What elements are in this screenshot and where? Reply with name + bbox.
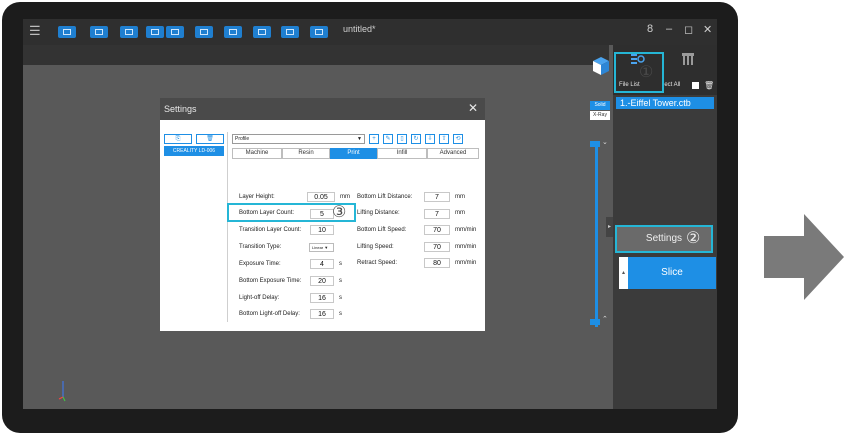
bottom-lift-speed-input[interactable]: 70 — [424, 225, 450, 235]
slice-options-toggle[interactable]: ▴ — [619, 257, 628, 289]
edit-icon[interactable]: ✎ — [383, 134, 393, 144]
close-icon[interactable]: ✕ — [468, 101, 478, 115]
dialog-header: Settings ✕ — [160, 98, 485, 120]
collapse-panel-tab[interactable]: ▸ — [606, 217, 613, 237]
lifting-speed-input[interactable]: 70 — [424, 242, 450, 252]
bottom-exposure-time-label: Bottom Exposure Time: — [239, 278, 302, 284]
bottom-light-off-delay-unit: s — [339, 311, 342, 317]
transition-type-label: Transition Type: — [239, 244, 282, 250]
layer-height-input[interactable]: 0.05 — [307, 192, 335, 202]
delete-icon[interactable]: ▯ — [397, 134, 407, 144]
menu-icon[interactable]: ☰ — [29, 24, 41, 38]
tab-resin[interactable]: Resin — [282, 148, 330, 159]
profile-select[interactable]: Profile ▼ — [232, 134, 365, 144]
retract-speed-label: Retract Speed: — [357, 260, 398, 266]
slice-button[interactable]: Slice — [628, 257, 716, 289]
view-front-icon[interactable] — [146, 26, 164, 38]
bottom-lift-distance-unit: mm — [455, 194, 465, 200]
dialog-title: Settings — [164, 104, 197, 114]
view-back-icon[interactable] — [166, 26, 184, 38]
window-title: untitled* — [343, 24, 376, 34]
transition-type-select[interactable]: Linear ▼ — [309, 243, 334, 252]
exposure-time-input[interactable]: 4 — [310, 259, 334, 269]
view-cube-icon[interactable] — [591, 55, 611, 77]
view-bottom-icon[interactable] — [281, 26, 299, 38]
import-icon[interactable]: ⇩ — [425, 134, 435, 144]
annotation-three: ③ — [332, 204, 347, 221]
bottom-light-off-delay-input[interactable]: 16 — [310, 309, 334, 319]
chevron-down-icon[interactable]: ⌄ — [602, 138, 608, 146]
title-bar: ☰ untitled* 8 – ◻ ✕ — [23, 19, 717, 45]
printer-profile-item[interactable]: CREALITY LD-006 — [164, 146, 224, 156]
annotation-two: ② — [686, 230, 701, 247]
model-list-icon[interactable] — [681, 52, 695, 66]
lifting-speed-label: Lifting Speed: — [357, 244, 394, 250]
select-all-label: lect All — [663, 82, 681, 88]
bottom-exposure-time-unit: s — [339, 278, 342, 284]
light-off-delay-input[interactable]: 16 — [310, 293, 334, 303]
view-top-icon[interactable] — [253, 26, 271, 38]
delete-icon[interactable]: 🗑 — [704, 81, 714, 90]
save-icon[interactable] — [90, 26, 108, 38]
tab-infill[interactable]: Infill — [377, 148, 427, 159]
divider — [227, 132, 228, 322]
bottom-exposure-time-input[interactable]: 20 — [310, 276, 334, 286]
view-iso-icon[interactable] — [310, 26, 328, 38]
exposure-time-unit: s — [339, 261, 342, 267]
xray-view-button[interactable]: X-Ray — [590, 111, 610, 120]
layer-height-unit: mm — [340, 194, 350, 200]
retract-speed-unit: mm/min — [455, 260, 477, 266]
arrow-right-icon — [764, 214, 844, 300]
bottom-light-off-delay-label: Bottom Light-off Delay: — [239, 311, 300, 317]
refresh-icon[interactable]: ↻ — [411, 134, 421, 144]
file-list-item[interactable]: 1.-Eiffel Tower.ctb — [616, 97, 714, 109]
lifting-speed-unit: mm/min — [455, 244, 477, 250]
transition-layer-count-input[interactable]: 10 — [310, 225, 334, 235]
layer-slider-bottom-handle[interactable] — [590, 319, 600, 325]
solid-view-button[interactable]: Solid — [590, 101, 610, 110]
layer-height-label: Layer Height: — [239, 194, 275, 200]
select-all-checkbox[interactable] — [692, 82, 699, 89]
exposure-time-label: Exposure Time: — [239, 261, 281, 267]
view-left-icon[interactable] — [195, 26, 213, 38]
bottom-lift-speed-label: Bottom Lift Speed: — [357, 227, 407, 233]
bottom-lift-speed-unit: mm/min — [455, 227, 477, 233]
export-icon[interactable]: ⇧ — [439, 134, 449, 144]
transition-layer-count-label: Transition Layer Count: — [239, 227, 302, 233]
retract-speed-input[interactable]: 80 — [424, 258, 450, 268]
lifting-distance-label: Lifting Distance: — [357, 210, 400, 216]
new-profile-icon[interactable]: ⎘ — [164, 134, 192, 144]
import-icon[interactable] — [120, 26, 138, 38]
annotation-one: ① — [639, 64, 654, 81]
user-icon[interactable]: 8 — [647, 23, 653, 35]
reset-icon[interactable]: ⟲ — [453, 134, 463, 144]
minimize-icon[interactable]: – — [666, 23, 672, 35]
light-off-delay-label: Light-off Delay: — [239, 295, 280, 301]
settings-dialog: Settings ✕ ⎘ 🗑 CREALITY LD-006 Profile ▼… — [160, 98, 485, 331]
layer-slider[interactable] — [595, 147, 598, 327]
bottom-lift-distance-label: Bottom Lift Distance: — [357, 194, 413, 200]
lifting-distance-input[interactable]: 7 — [424, 209, 450, 219]
maximize-icon[interactable]: ◻ — [684, 23, 693, 36]
profile-select-value: Profile — [235, 136, 250, 142]
tab-advanced[interactable]: Advanced — [427, 148, 479, 159]
tab-machine[interactable]: Machine — [232, 148, 282, 159]
chevron-down-icon: ▼ — [357, 136, 362, 142]
open-file-icon[interactable] — [58, 26, 76, 38]
view-right-icon[interactable] — [224, 26, 242, 38]
app-screen: ☰ untitled* 8 – ◻ ✕ Solid X-Ray ⌄ ⌃ File… — [23, 19, 717, 409]
light-off-delay-unit: s — [339, 295, 342, 301]
chevron-up-icon[interactable]: ⌃ — [602, 315, 608, 323]
axis-indicator-icon — [58, 381, 66, 402]
delete-profile-icon[interactable]: 🗑 — [196, 134, 224, 144]
tab-print[interactable]: Print — [330, 148, 377, 159]
new-icon[interactable]: + — [369, 134, 379, 144]
close-icon[interactable]: ✕ — [703, 23, 712, 36]
lifting-distance-unit: mm — [455, 210, 465, 216]
bottom-lift-distance-input[interactable]: 7 — [424, 192, 450, 202]
secondary-toolbar — [23, 45, 609, 65]
transition-type-value: Linear — [312, 245, 324, 250]
